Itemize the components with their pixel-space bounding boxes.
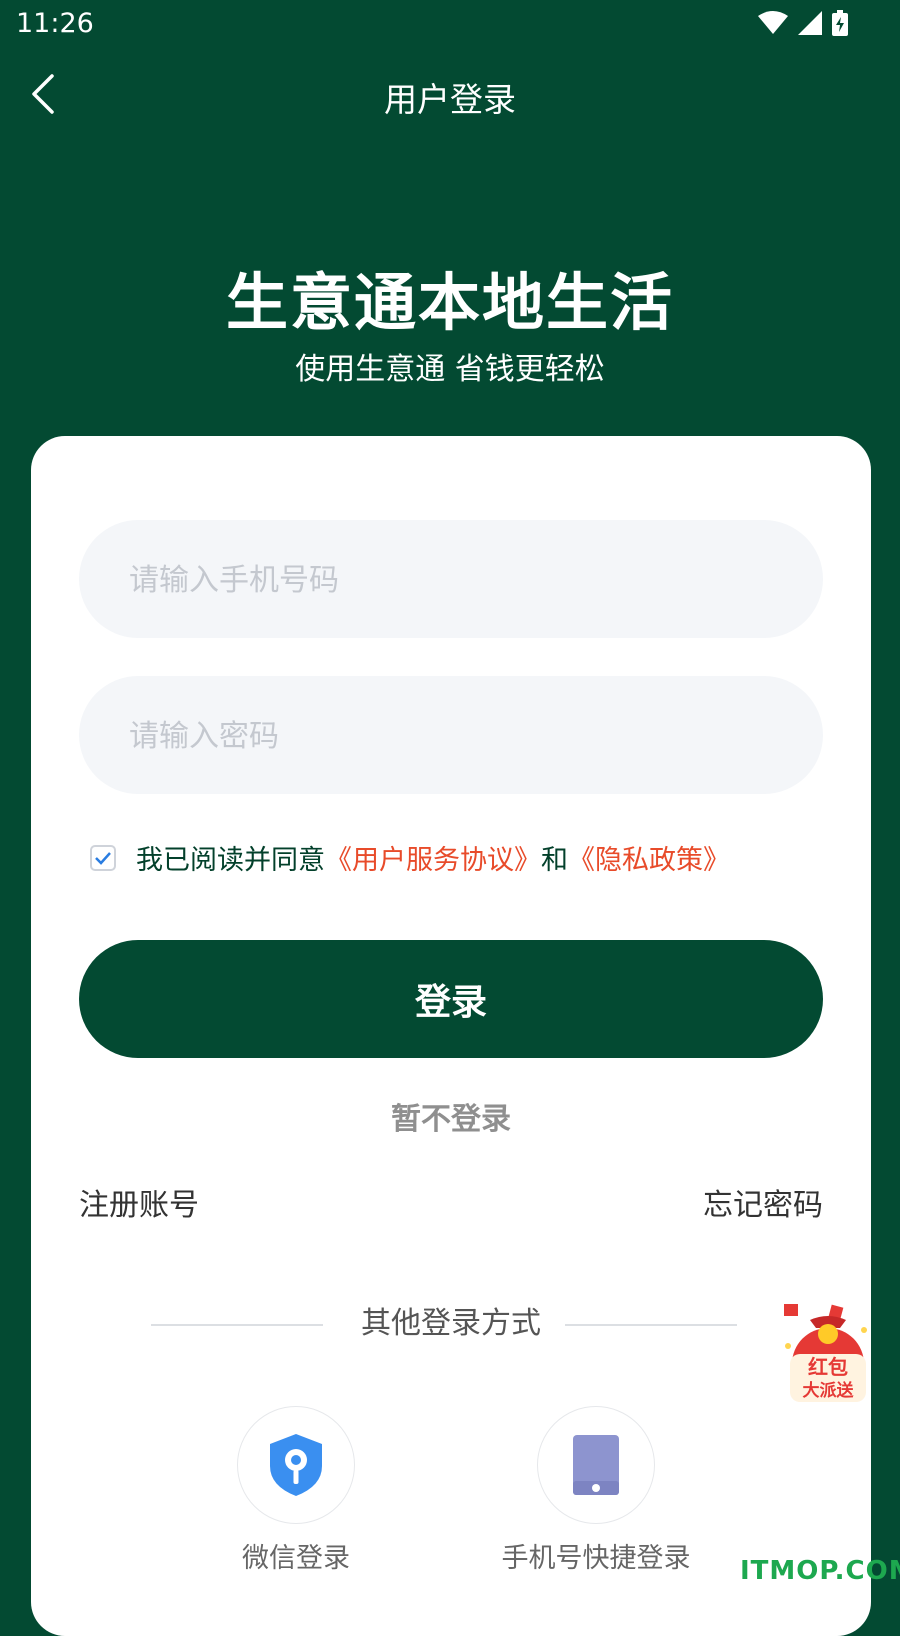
login-button[interactable]: 登录 [79, 940, 823, 1058]
promo-line2: 大派送 [803, 1380, 855, 1401]
terms-link[interactable]: 《用户服务协议》 [325, 838, 541, 877]
agreement-row: 我已阅读并同意 《用户服务协议》 和 《隐私政策》 [90, 838, 730, 877]
agreement-prefix: 我已阅读并同意 [136, 845, 325, 876]
wechat-login-circle[interactable] [237, 1406, 355, 1524]
phone-quick-login-option[interactable]: 手机号快捷登录 [471, 1406, 721, 1575]
forgot-password-link[interactable]: 忘记密码 [703, 1180, 823, 1224]
shield-key-icon [270, 1434, 322, 1496]
wechat-login-option[interactable]: 微信登录 [171, 1406, 421, 1575]
promo-line1: 红包 [808, 1355, 848, 1379]
status-time: 11:26 [16, 8, 94, 39]
agreement-conjunction: 和 [541, 845, 568, 876]
phone-icon [573, 1435, 619, 1495]
page-title: 用户登录 [384, 80, 516, 119]
red-packet-promo[interactable]: 红包 大派送 [780, 1300, 876, 1410]
phone-input[interactable] [127, 520, 779, 640]
other-login-title: 其他登录方式 [361, 1306, 541, 1341]
phone-quick-login-label: 手机号快捷登录 [501, 1543, 691, 1574]
agreement-checkbox[interactable] [90, 844, 116, 871]
status-bar: 11:26 [0, 0, 900, 50]
password-input[interactable] [127, 676, 779, 796]
wechat-login-label: 微信登录 [242, 1543, 350, 1574]
check-icon [95, 851, 111, 865]
phone-quick-login-circle[interactable] [537, 1406, 655, 1524]
login-card: 我已阅读并同意 《用户服务协议》 和 《隐私政策》 登录 暂不登录 注册账号 忘… [31, 436, 871, 1636]
status-icons [758, 10, 848, 36]
hero-subtitle: 使用生意通 省钱更轻松 [295, 352, 605, 387]
register-link[interactable]: 注册账号 [79, 1180, 199, 1224]
nav-bar: 用户登录 [0, 60, 900, 130]
hero-title: 生意通本地生活 [225, 266, 674, 339]
skip-login-button[interactable]: 暂不登录 [31, 1094, 871, 1138]
divider-right [565, 1324, 737, 1326]
battery-icon [832, 10, 848, 36]
privacy-link[interactable]: 《隐私政策》 [568, 838, 730, 877]
signal-icon [798, 11, 822, 35]
wifi-icon [758, 11, 788, 34]
red-packet-icon: 红包 大派送 [784, 1304, 867, 1402]
watermark: ITMOP.COM [740, 1556, 900, 1586]
password-field[interactable] [79, 676, 823, 796]
phone-field[interactable] [79, 520, 823, 640]
